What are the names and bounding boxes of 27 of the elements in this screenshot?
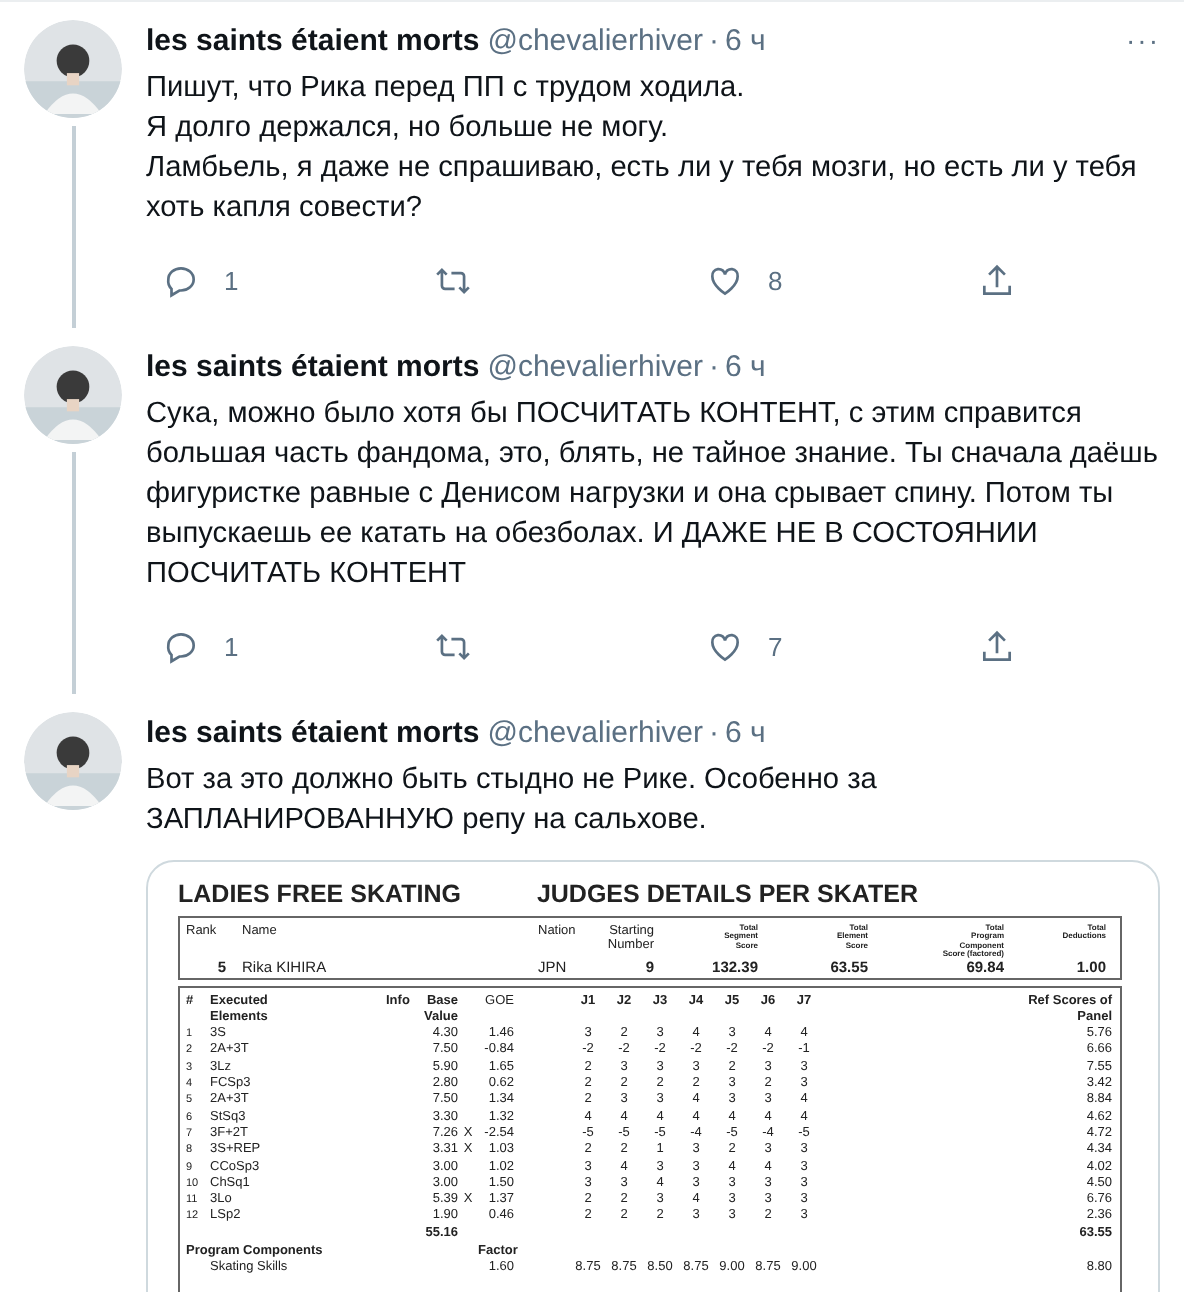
author-handle[interactable]: @chevalierhiver <box>487 349 704 383</box>
tweet-text: Вот за это должно быть стыдно не Рике. Особенно за ЗАПЛАНИРОВАННУЮ репу на сальхове. <box>146 762 879 840</box>
reply-count: 1 <box>224 631 239 661</box>
author-name[interactable]: les saints étaient morts <box>146 715 480 749</box>
author-name[interactable]: les saints étaient morts <box>146 349 480 383</box>
share-icon[interactable] <box>978 627 1016 665</box>
tweet-text: Сука, можно было хотя бы ПОСЧИТАТЬ КОНТЕНТ, с этим справится большая часть фандома, это, блять, не тайное знание. Ты сначала даёшь фигуристке равные с Денисом нагрузки и она срывает спину. Потом ты выпускаешь ее катать на обезболах. И ДАЖЕ НЕ В СОСТОЯНИИ ПОСЧИТАТЬ КОНТЕНТ <box>146 396 1160 594</box>
document-image[interactable] <box>146 860 1160 1292</box>
timestamp[interactable]: 6 ч <box>725 715 766 749</box>
tweet-text: Пишут, что Рика перед ПП с трудом ходила. Я долго держался, но больше не могу. Ламбьель, я даже не спрашиваю, есть ли у тебя мозги, но есть ли у тебя хоть капля совести? <box>146 70 1139 228</box>
sheet-title: JUDGES DETAILS PER SKATER <box>536 880 918 908</box>
sheet-title: LADIES FREE SKATING <box>178 880 461 908</box>
like-count: 8 <box>768 265 783 295</box>
timestamp[interactable]: 6 ч <box>725 349 766 383</box>
separator-dot: · <box>709 23 720 57</box>
timestamp[interactable]: 6 ч <box>725 23 766 57</box>
author-handle[interactable]: @chevalierhiver <box>487 715 704 749</box>
reply-count: 1 <box>224 265 239 295</box>
author-handle[interactable]: @chevalierhiver <box>487 23 704 57</box>
share-icon[interactable] <box>978 261 1016 299</box>
separator-dot: · <box>709 715 720 749</box>
separator-dot: · <box>709 349 720 383</box>
like-count: 7 <box>768 631 783 661</box>
reply-icon[interactable] <box>162 261 200 299</box>
more-button[interactable]: ··· <box>1126 24 1160 56</box>
reply-icon[interactable] <box>162 627 200 665</box>
author-name[interactable]: les saints étaient morts <box>146 23 480 57</box>
